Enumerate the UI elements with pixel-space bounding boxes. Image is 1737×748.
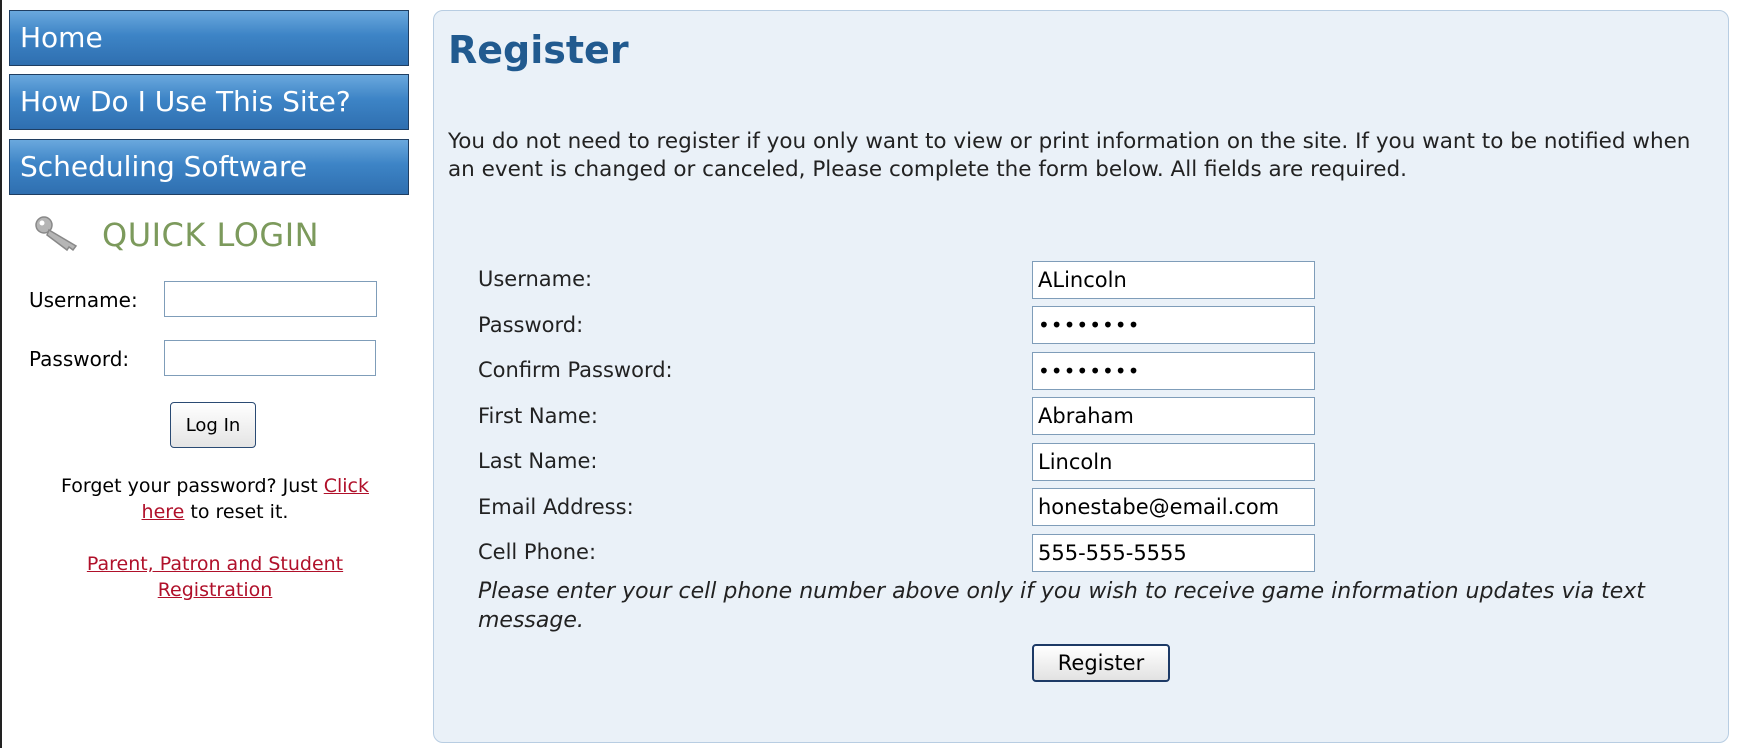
parent-patron-student-registration-link[interactable]: Parent, Patron and Student	[87, 553, 343, 575]
quick-login-header: QUICK LOGIN	[32, 210, 319, 260]
forgot-password-prefix: Forget your password? Just	[61, 475, 324, 497]
parent-patron-student-registration-link-line2[interactable]: Registration	[158, 579, 273, 601]
page-title: Register	[448, 28, 629, 72]
first-name-label: First Name:	[478, 404, 598, 428]
register-button[interactable]: Register	[1032, 644, 1170, 682]
key-icon	[32, 213, 86, 257]
nav-scheduling-software-button[interactable]: Scheduling Software	[9, 139, 409, 195]
username-input[interactable]	[1032, 261, 1315, 299]
email-address-label: Email Address:	[478, 495, 634, 519]
register-intro-text: You do not need to register if you only …	[448, 129, 1691, 182]
cell-phone-input[interactable]	[1032, 534, 1315, 572]
confirm-password-input[interactable]: ••••••••	[1032, 352, 1315, 390]
password-label: Password:	[478, 313, 584, 337]
quick-login-password-input[interactable]	[164, 340, 376, 376]
last-name-label: Last Name:	[478, 449, 598, 473]
quick-login-username-input[interactable]	[164, 281, 377, 317]
cell-phone-note: Please enter your cell phone number abov…	[478, 579, 1645, 633]
reset-password-link[interactable]: Click	[324, 475, 369, 497]
quick-login-title: QUICK LOGIN	[102, 216, 320, 254]
nav-home-button[interactable]: Home	[9, 10, 409, 66]
log-in-button[interactable]: Log In	[170, 402, 256, 448]
quick-login-password-label: Password:	[29, 347, 130, 371]
nav-how-do-i-use-button[interactable]: How Do I Use This Site?	[9, 74, 409, 130]
last-name-input[interactable]	[1032, 443, 1315, 481]
username-label: Username:	[478, 267, 593, 291]
email-address-input[interactable]	[1032, 488, 1315, 526]
quick-login-username-label: Username:	[29, 288, 138, 312]
first-name-input[interactable]	[1032, 397, 1315, 435]
password-input[interactable]: ••••••••	[1032, 306, 1315, 344]
page-left-border	[0, 0, 2, 748]
confirm-password-label: Confirm Password:	[478, 358, 673, 382]
cell-phone-label: Cell Phone:	[478, 540, 597, 564]
student-registration-link-block: Parent, Patron and Student Registration	[20, 551, 410, 603]
reset-password-link-here[interactable]: here	[142, 501, 185, 523]
forgot-password-suffix: to reset it.	[184, 501, 289, 523]
forgot-password-text: Forget your password? Just Click here to …	[20, 473, 410, 525]
